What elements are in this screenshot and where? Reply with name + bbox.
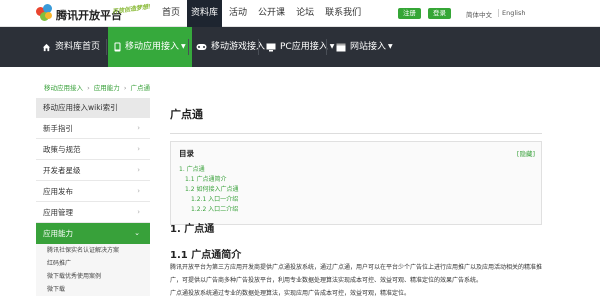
table-of-contents: 目录 [隐藏] 1. 广点通 1.1 广点通简介 1.2 如何接入广点通 1.2…	[170, 141, 542, 225]
divider	[170, 133, 542, 134]
toc-link[interactable]: 1.2 如何接入广点通	[185, 184, 238, 193]
nav-divider	[188, 39, 189, 55]
sidebar-index-link[interactable]: 移动应用接入wiki索引	[36, 98, 150, 118]
breadcrumb-separator-icon: ›	[87, 84, 90, 92]
nav-courses[interactable]: 公开课	[254, 0, 289, 27]
mainnav-pc-app[interactable]: PC应用接入 ▼	[260, 27, 340, 67]
mainnav-label: 资料库首页	[55, 42, 101, 52]
sidebar-item-label: 开发者星级	[43, 166, 81, 175]
tencent-logo-icon[interactable]	[36, 4, 53, 21]
toc-hide-link[interactable]: [隐藏]	[517, 148, 535, 158]
breadcrumb-separator-icon: ›	[123, 84, 127, 92]
nav-divider	[258, 39, 259, 55]
sidebar-item-capabilities[interactable]: 应用能力 ⌄	[36, 223, 150, 244]
nav-forum[interactable]: 论坛	[292, 0, 318, 27]
sidebar-item-beginner[interactable]: 新手指引 ›	[36, 118, 150, 139]
main-nav: 资料库首页 移动应用接入 ▼ 移动游戏接入 ▼ PC应用接入 ▼ 网站接入 ▼	[0, 27, 600, 67]
sidebar-item-label: 应用管理	[43, 208, 73, 217]
chevron-right-icon: ›	[137, 145, 140, 153]
sidebar-item-label: 应用发布	[43, 187, 73, 196]
paragraph: 腾讯开放平台为第三方应用开发商提供广点通投放系统，通过广点通，用户可以在平台少个…	[170, 264, 543, 271]
toc-link[interactable]: 1.1 广点通简介	[185, 174, 226, 183]
top-bar: 腾讯开放平台 开放创造梦想! 首页 资料库 活动 公开课 论坛 联系我们 注册 …	[0, 0, 600, 27]
section-heading: 1. 广点通	[170, 224, 215, 235]
sidebar-subitem[interactable]: 红码推广	[36, 257, 150, 270]
sidebar-item-label: 新手指引	[43, 124, 73, 133]
sidebar-item-policy[interactable]: 政策与规范 ›	[36, 139, 150, 160]
sidebar: 移动应用接入wiki索引 新手指引 › 政策与规范 › 开发者星级 › 应用发布…	[36, 98, 150, 301]
sidebar-subitem[interactable]: 腾讯社保实名认证解决方案	[36, 244, 150, 257]
nav-divider	[106, 39, 107, 55]
sidebar-item-manage[interactable]: 应用管理 ›	[36, 202, 150, 223]
mainnav-mobile-app[interactable]: 移动应用接入 ▼	[108, 27, 192, 67]
phone-icon	[114, 42, 121, 52]
sidebar-item-publish[interactable]: 应用发布 ›	[36, 181, 150, 202]
nav-divider	[326, 39, 327, 55]
breadcrumb: 移动应用接入 › 应用能力 › 广点通	[44, 82, 152, 92]
paragraph: 广点通投放系统通过专业的数据处理算法，实现应用广告成本可控，效益可观，精准定位。	[170, 290, 411, 297]
toc-link[interactable]: 1.2.2 入口二介绍	[191, 204, 238, 213]
sidebar-item-dev-rating[interactable]: 开发者星级 ›	[36, 160, 150, 181]
toc-link[interactable]: 1. 广点通	[179, 164, 205, 173]
sidebar-item-label: 应用能力	[43, 229, 73, 238]
login-button[interactable]: 登录	[428, 8, 451, 19]
caret-down-icon: ▼	[388, 43, 393, 50]
mainnav-label: 移动游戏接入	[211, 42, 266, 52]
lang-divider	[498, 9, 499, 17]
monitor-icon	[266, 43, 276, 51]
home-icon	[42, 43, 51, 51]
mainnav-label: 网站接入	[350, 42, 387, 52]
nav-docs[interactable]: 资料库	[187, 0, 223, 27]
top-nav: 首页 资料库 活动 公开课 论坛 联系我们	[158, 0, 368, 27]
slogan: 开放创造梦想!	[111, 3, 152, 16]
subsection-heading: 1.1 广点通简介	[170, 250, 242, 261]
paragraph: 广，可提供以广告商多种广告投放平台，利用专业数据处理算法实现成本可控、效益可观、…	[170, 277, 483, 284]
mainnav-label: 移动应用接入	[125, 42, 180, 52]
sidebar-subitem[interactable]: 微下载	[36, 283, 150, 296]
breadcrumb-link[interactable]: 应用能力	[94, 84, 120, 92]
sidebar-subitem[interactable]: 微下载优秀使用案例	[36, 270, 150, 283]
breadcrumb-current[interactable]: 广点通	[131, 84, 151, 92]
mainnav-docs-home[interactable]: 资料库首页	[36, 27, 106, 67]
toc-link[interactable]: 1.2.1 入口一介绍	[191, 194, 238, 203]
register-button[interactable]: 注册	[398, 8, 421, 19]
browser-icon	[336, 43, 346, 51]
chevron-right-icon: ›	[137, 187, 140, 195]
main-content: 广点通 目录 [隐藏] 1. 广点通 1.1 广点通简介 1.2 如何接入广点通…	[170, 98, 542, 225]
gamepad-icon	[196, 44, 207, 50]
page-title: 广点通	[170, 108, 203, 121]
mainnav-label: PC应用接入	[280, 42, 328, 52]
chevron-right-icon: ›	[137, 166, 140, 174]
nav-home[interactable]: 首页	[158, 0, 184, 27]
breadcrumb-link[interactable]: 移动应用接入	[44, 84, 83, 92]
lang-chinese-link[interactable]: 简体中文	[466, 9, 492, 19]
toc-title: 目录	[179, 149, 194, 158]
sidebar-item-label: 政策与规范	[43, 145, 81, 154]
caret-down-icon: ▼	[181, 43, 186, 50]
chevron-right-icon: ›	[137, 124, 140, 132]
mainnav-website[interactable]: 网站接入 ▼	[330, 27, 399, 67]
lang-english-link[interactable]: English	[502, 9, 525, 17]
chevron-down-icon: ⌄	[134, 229, 140, 237]
nav-contact[interactable]: 联系我们	[321, 0, 365, 27]
nav-events[interactable]: 活动	[225, 0, 251, 27]
chevron-right-icon: ›	[137, 208, 140, 216]
